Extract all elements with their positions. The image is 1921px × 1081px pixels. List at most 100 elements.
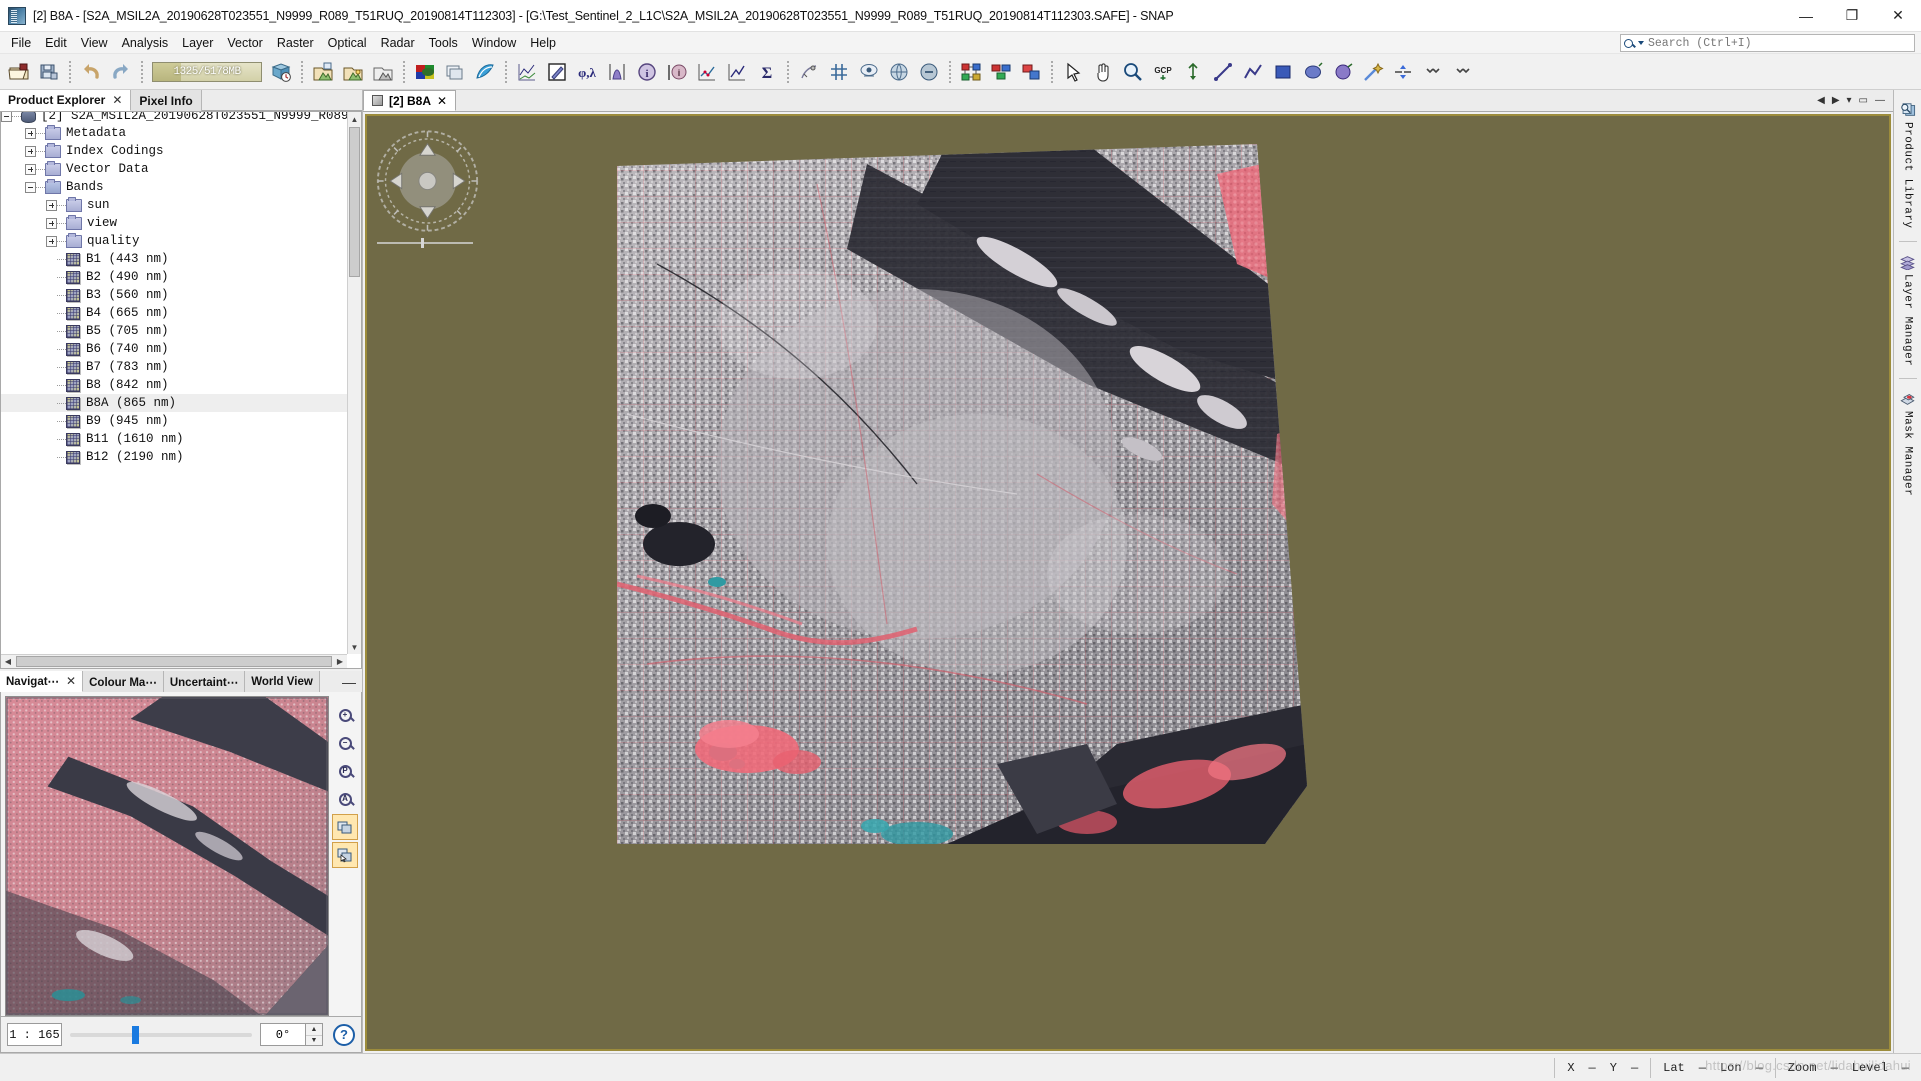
graticule-overlay-icon[interactable] (825, 58, 853, 86)
correlative-plot-icon[interactable] (723, 58, 751, 86)
histogram-icon[interactable] (603, 58, 631, 86)
navigation-compass[interactable] (375, 126, 480, 236)
tab-pixel-info[interactable]: Pixel Info (131, 90, 202, 111)
graph-builder-icon[interactable] (957, 58, 985, 86)
statistics-icon[interactable]: Σ (753, 58, 781, 86)
selection-tool-icon[interactable] (1059, 58, 1087, 86)
gcp-tool-icon[interactable]: GCP (1149, 58, 1177, 86)
scroll-up-icon[interactable]: ▲ (348, 112, 362, 126)
zoom-to-pixel-resolution-button[interactable]: P (332, 758, 358, 784)
expand-toggle-icon[interactable] (46, 235, 57, 247)
tree-row-metadata[interactable]: Metadata (1, 124, 347, 142)
batch-processing-icon[interactable] (987, 58, 1015, 86)
tree-row-band-b12[interactable]: B12 (2190 nm) (1, 448, 347, 466)
prev-tab-icon[interactable]: ◀ (1817, 95, 1825, 106)
tree-row-root[interactable]: [2] S2A_MSIL2A_20190628T023551_N9999_R08… (1, 112, 347, 124)
no-data-overlay-icon[interactable] (795, 58, 823, 86)
menu-layer[interactable]: Layer (175, 34, 220, 52)
slider-knob[interactable] (131, 1025, 139, 1044)
tab-navigation[interactable]: Navigat⋯ ✕ (0, 671, 84, 692)
tree-row-index-codings[interactable]: Index Codings (1, 142, 347, 160)
expand-toggle-icon[interactable] (25, 145, 36, 157)
scrollbar-thumb[interactable] (16, 656, 332, 667)
tab-uncertainty[interactable]: Uncertaint⋯ (163, 671, 246, 692)
tree-row-band-b11[interactable]: B11 (1610 nm) (1, 430, 347, 448)
expand-toggle-icon[interactable] (46, 199, 57, 211)
redo-icon[interactable] (107, 58, 135, 86)
dock-item-product-library[interactable]: Product Library (1899, 96, 1916, 235)
close-icon[interactable]: ✕ (112, 93, 122, 107)
menu-edit[interactable]: Edit (38, 34, 74, 52)
tree-row-band-b7[interactable]: B7 (783 nm) (1, 358, 347, 376)
expand-toggle-icon[interactable] (25, 127, 36, 139)
menu-view[interactable]: View (74, 34, 115, 52)
tree-row-bands[interactable]: Bands (1, 178, 347, 196)
zoom-ratio-field[interactable]: 1 : 165 (7, 1023, 62, 1046)
minimize-button[interactable]: — (1783, 0, 1829, 32)
zoom-slider[interactable] (70, 1023, 252, 1046)
stepper-down-icon[interactable]: ▼ (306, 1034, 322, 1046)
tree-row-band-b6[interactable]: B6 (740 nm) (1, 340, 347, 358)
next-tab-icon[interactable]: ▶ (1832, 95, 1840, 106)
dock-item-mask-manager[interactable]: Mask Manager (1899, 385, 1916, 502)
tree-row-band-b3[interactable]: B3 (560 nm) (1, 286, 347, 304)
scroll-right-icon[interactable]: ▶ (333, 654, 347, 668)
tree-row-band-b8a[interactable]: B8A (865 nm) (1, 394, 347, 412)
drawing-tool-icon[interactable] (543, 58, 571, 86)
navigation-thumbnail[interactable] (5, 696, 329, 1016)
pan-icon[interactable] (1089, 58, 1117, 86)
open-image-view-icon[interactable] (339, 58, 367, 86)
expand-toggle-icon[interactable] (25, 163, 36, 175)
navigation-scale-slider[interactable] (375, 238, 475, 248)
tree-row-quality[interactable]: quality (1, 232, 347, 250)
scroll-down-icon[interactable]: ▼ (348, 640, 362, 654)
tab-b8a-image-view[interactable]: [2] B8A ✕ (363, 90, 457, 111)
rgb-composite-icon[interactable] (411, 58, 439, 86)
close-icon[interactable]: ✕ (437, 94, 447, 108)
more-tools-overflow-icon[interactable] (1449, 58, 1477, 86)
menu-window[interactable]: Window (465, 34, 523, 52)
menu-help[interactable]: Help (523, 34, 563, 52)
tree-horizontal-scrollbar[interactable]: ◀ ▶ (1, 654, 347, 668)
expand-toggle-icon[interactable] (46, 217, 57, 229)
tree-row-band-b8[interactable]: B8 (842 nm) (1, 376, 347, 394)
tab-world-view[interactable]: World View (245, 671, 320, 692)
tab-colour-manipulation[interactable]: Colour Ma⋯ (83, 671, 164, 692)
menu-tools[interactable]: Tools (422, 34, 465, 52)
collapse-toggle-icon[interactable] (25, 181, 36, 193)
reopen-product-icon[interactable] (267, 58, 295, 86)
close-icon[interactable]: ✕ (66, 674, 76, 688)
tree-row-sun[interactable]: sun (1, 196, 347, 214)
tree-row-band-b1[interactable]: B1 (443 nm) (1, 250, 347, 268)
profile-plot-icon[interactable] (513, 58, 541, 86)
menu-radar[interactable]: Radar (374, 34, 422, 52)
search-input[interactable]: Search (Ctrl+I) (1620, 34, 1915, 52)
scrollbar-thumb[interactable] (349, 127, 360, 277)
rotation-field[interactable]: 0° (260, 1023, 306, 1046)
tile-windows-icon[interactable] (441, 58, 469, 86)
zoom-in-button[interactable]: + (332, 702, 358, 728)
undo-icon[interactable] (77, 58, 105, 86)
polyline-drawing-icon[interactable] (1239, 58, 1267, 86)
close-button[interactable]: ✕ (1875, 0, 1921, 32)
scatter-plot-icon[interactable] (693, 58, 721, 86)
colour-manipulation-icon[interactable] (471, 58, 499, 86)
information-icon[interactable]: i (633, 58, 661, 86)
memory-gauge[interactable]: 1325/5178MB (152, 61, 262, 82)
tree-row-band-b2[interactable]: B2 (490 nm) (1, 268, 347, 286)
product-explorer-tree[interactable]: [2] S2A_MSIL2A_20190628T023551_N9999_R08… (0, 112, 362, 669)
stepper-up-icon[interactable]: ▲ (306, 1024, 322, 1035)
zoom-all-button[interactable]: A (332, 786, 358, 812)
save-product-icon[interactable] (35, 58, 63, 86)
metadata-icon[interactable]: i (663, 58, 691, 86)
maximize-button[interactable]: ❐ (1829, 0, 1875, 32)
zoom-out-button[interactable]: − (332, 730, 358, 756)
pin-overlay-icon[interactable] (855, 58, 883, 86)
open-product-icon[interactable] (5, 58, 33, 86)
range-finder-icon[interactable] (1389, 58, 1417, 86)
tree-row-band-b4[interactable]: B4 (665 nm) (1, 304, 347, 322)
sync-cursors-button[interactable] (332, 842, 358, 868)
zoom-tool-icon[interactable] (1119, 58, 1147, 86)
float-window-icon[interactable]: ▭ (1859, 95, 1868, 106)
minimize-navigation-button[interactable]: — (336, 671, 362, 692)
